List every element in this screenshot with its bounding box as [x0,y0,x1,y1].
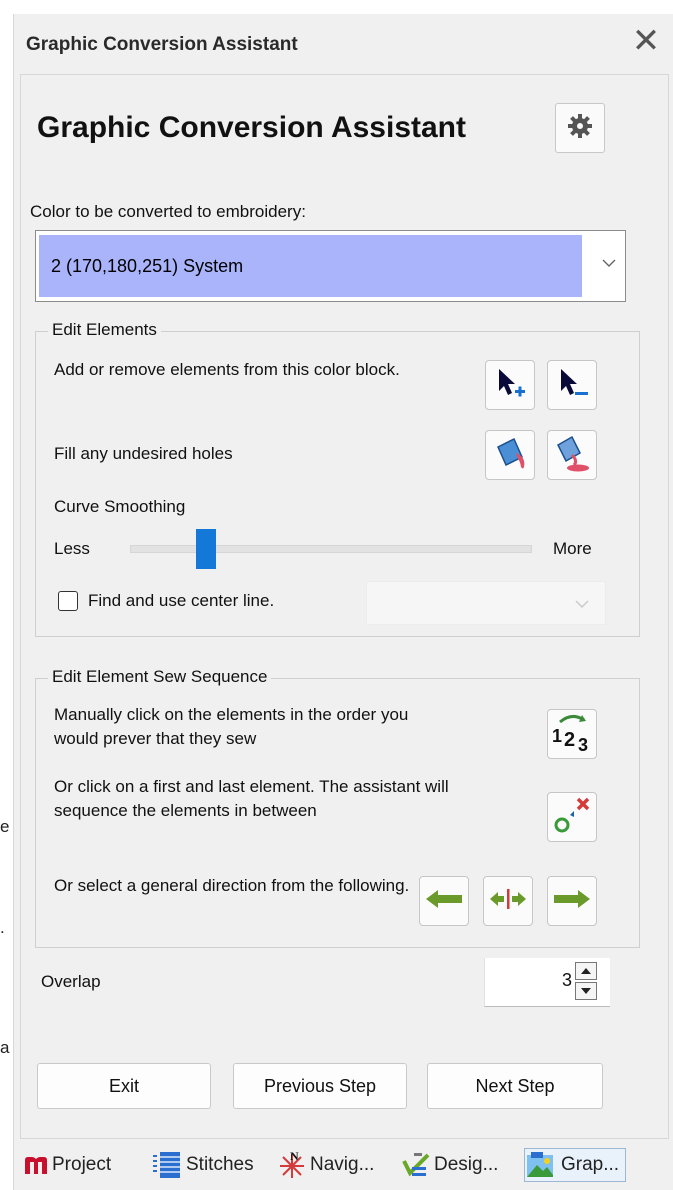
tab-design[interactable]: Desig... [402,1148,498,1182]
caret-down-icon [581,988,591,994]
svg-text:1: 1 [552,726,562,746]
less-label: Less [54,539,90,558]
stepper-down-button[interactable] [575,982,597,1000]
first-last-text: Or click on a first and last element. Th… [54,777,449,820]
settings-button[interactable] [555,103,605,153]
tab-bar: Project Stitches N Navig... Desig... Gra… [14,1142,673,1190]
center-line-dropdown [366,581,606,625]
add-remove-text: Add or remove elements from this color b… [54,360,400,379]
cursor-plus-icon [493,366,527,405]
overlap-stepper[interactable]: 3 [484,958,610,1007]
edit-elements-legend: Edit Elements [48,320,161,340]
overlap-label: Overlap [41,972,101,991]
window-title: Graphic Conversion Assistant [26,34,298,55]
stepper-up-button[interactable] [575,962,597,980]
slider-thumb[interactable] [196,529,217,569]
tab-label: Navig... [310,1154,375,1175]
page-title: Graphic Conversion Assistant [37,111,466,144]
unfill-holes-button[interactable] [547,430,597,480]
more-label: More [553,539,592,558]
direction-center-out-button[interactable] [483,876,533,926]
color-select[interactable]: 2 (170,180,251) System [35,230,626,302]
svg-text:2: 2 [564,729,575,751]
sew-sequence-legend: Edit Element Sew Sequence [48,667,272,687]
tab-graphic[interactable]: Grap... [524,1148,627,1182]
svg-text:3: 3 [578,735,588,752]
remove-elements-button[interactable] [547,360,597,410]
manual-sequence-text: Manually click on the elements in the or… [54,705,409,748]
direction-text: Or select a general direction from the f… [54,876,410,895]
tab-navigator[interactable]: N Navig... [278,1148,374,1182]
sew-sequence-group: Edit Element Sew Sequence Manually click… [35,667,640,948]
chevron-down-icon [602,255,616,273]
arrow-left-icon [424,887,464,916]
tab-project[interactable]: Project [24,1148,111,1182]
cursor-minus-icon [555,366,589,405]
assistant-panel: Graphic Conversion Assistant ✕ Graphic C… [13,14,673,1190]
color-selected-value: 2 (170,180,251) System [39,235,582,297]
tab-label: Desig... [434,1154,499,1175]
start-end-marker-icon [552,795,592,840]
paint-bucket-pour-icon [552,433,592,478]
curve-smoothing-label: Curve Smoothing [54,497,186,516]
color-label: Color to be converted to embroidery: [30,202,306,221]
compass-icon: N [278,1150,306,1180]
manual-sequence-button[interactable]: 123 [547,709,597,759]
arrow-right-icon [552,887,592,916]
close-icon[interactable]: ✕ [629,24,663,58]
center-line-label: Find and use center line. [88,591,275,610]
m-logo-icon [24,1155,48,1175]
center-line-checkbox[interactable] [58,591,78,611]
add-elements-button[interactable] [485,360,535,410]
svg-text:N: N [290,1150,299,1163]
previous-step-button[interactable]: Previous Step [233,1063,407,1109]
content-area: Graphic Conversion Assistant Color to be… [20,74,669,1139]
fill-holes-button[interactable] [485,430,535,480]
direction-right-button[interactable] [547,876,597,926]
tab-label: Project [52,1154,112,1175]
caret-up-icon [581,968,591,974]
edge-text-fragment: . [0,918,5,937]
fill-holes-text: Fill any undesired holes [54,444,233,463]
title-bar: Graphic Conversion Assistant ✕ [14,14,673,74]
direction-left-button[interactable] [419,876,469,926]
overlap-value: 3 [561,970,572,990]
gear-icon [567,113,593,144]
exit-button[interactable]: Exit [37,1063,211,1109]
graphic-icon [525,1151,557,1179]
edit-elements-group: Edit Elements Add or remove elements fro… [35,320,640,637]
design-icon [402,1151,430,1179]
arrows-split-icon [488,887,528,916]
tab-label: Grap... [561,1154,620,1175]
curve-smoothing-slider[interactable] [130,545,532,553]
next-step-button[interactable]: Next Step [427,1063,603,1109]
stitches-icon [152,1150,182,1180]
tab-label: Stitches [186,1154,254,1175]
paint-bucket-icon [490,433,530,478]
edge-text-fragment: a [0,1038,10,1057]
tab-stitches[interactable]: Stitches [152,1148,254,1182]
first-last-sequence-button[interactable] [547,792,597,842]
chevron-down-icon [575,596,589,614]
edge-text-fragment: e [0,817,10,836]
numbered-sequence-icon: 123 [550,712,594,757]
